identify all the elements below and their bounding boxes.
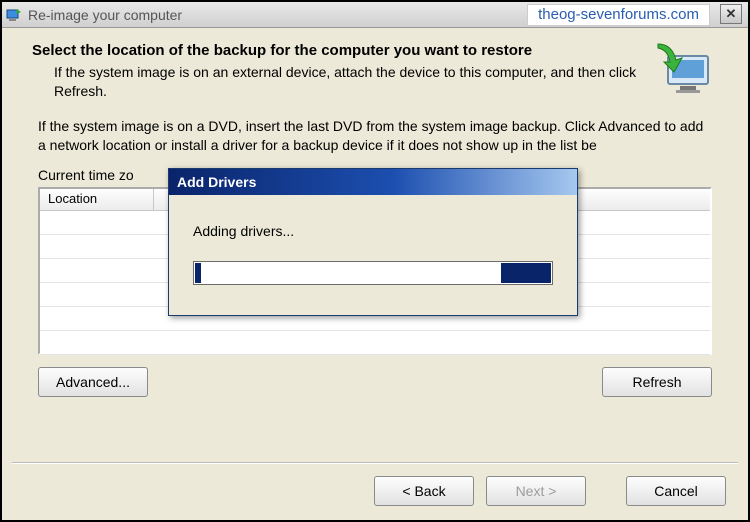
dialog-title: Add Drivers <box>177 174 256 190</box>
window-body: Select the location of the backup for th… <box>2 28 748 520</box>
add-drivers-dialog: Add Drivers Adding drivers... <box>168 168 578 316</box>
app-icon <box>6 7 22 23</box>
close-icon: ✕ <box>726 6 737 22</box>
progress-segment <box>195 263 201 283</box>
page-subheading: If the system image is on an external de… <box>32 63 646 101</box>
dialog-status-text: Adding drivers... <box>193 223 553 239</box>
separator <box>12 462 738 464</box>
window-title: Re-image your computer <box>28 7 182 23</box>
refresh-button[interactable]: Refresh <box>602 367 712 397</box>
page-heading: Select the location of the backup for th… <box>32 42 646 59</box>
cancel-button[interactable]: Cancel <box>626 476 726 506</box>
wizard-nav-buttons: < Back Next > Cancel <box>374 476 726 506</box>
next-button: Next > <box>486 476 586 506</box>
restore-monitor-icon <box>654 42 718 98</box>
header-text-block: Select the location of the backup for th… <box>32 42 646 101</box>
watermark-link[interactable]: theog-sevenforums.com <box>527 4 710 26</box>
progress-segment <box>501 263 551 283</box>
table-row[interactable] <box>40 331 710 355</box>
advanced-button[interactable]: Advanced... <box>38 367 148 397</box>
column-header-location[interactable]: Location <box>40 189 154 210</box>
dialog-title-bar[interactable]: Add Drivers <box>169 169 577 195</box>
instruction-text: If the system image is on a DVD, insert … <box>2 111 748 159</box>
dialog-body: Adding drivers... <box>169 195 577 315</box>
close-button[interactable]: ✕ <box>720 4 742 24</box>
title-bar: Re-image your computer theog-sevenforums… <box>2 2 748 28</box>
wizard-header: Select the location of the backup for th… <box>2 28 748 111</box>
progress-bar <box>193 261 553 285</box>
middle-button-row: Advanced... Refresh <box>2 355 748 397</box>
back-button[interactable]: < Back <box>374 476 474 506</box>
